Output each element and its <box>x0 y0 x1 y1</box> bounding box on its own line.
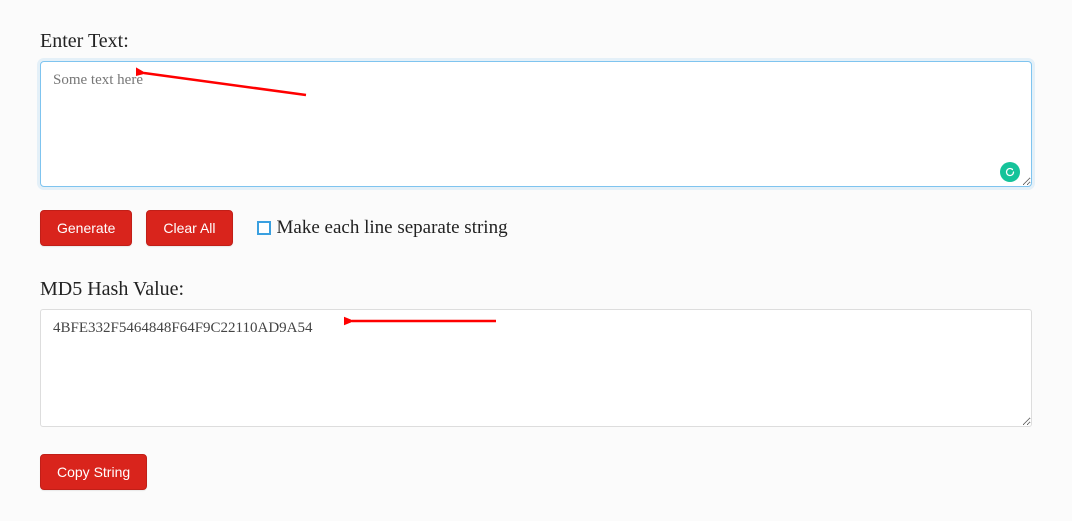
controls-row: Generate Clear All Make each line separa… <box>40 210 1032 246</box>
grammarly-icon[interactable] <box>1000 162 1020 182</box>
output-wrapper <box>40 309 1032 432</box>
separate-lines-label: Make each line separate string <box>277 217 508 239</box>
separate-lines-checkbox[interactable] <box>257 221 271 235</box>
input-text-label: Enter Text: <box>40 30 1032 53</box>
separate-lines-checkbox-wrap[interactable]: Make each line separate string <box>257 217 508 239</box>
input-wrapper <box>40 61 1032 192</box>
input-textarea[interactable] <box>40 61 1032 187</box>
clear-all-button[interactable]: Clear All <box>146 210 232 246</box>
output-label: MD5 Hash Value: <box>40 278 1032 301</box>
generate-button[interactable]: Generate <box>40 210 132 246</box>
copy-string-button[interactable]: Copy String <box>40 454 147 490</box>
output-textarea[interactable] <box>40 309 1032 427</box>
